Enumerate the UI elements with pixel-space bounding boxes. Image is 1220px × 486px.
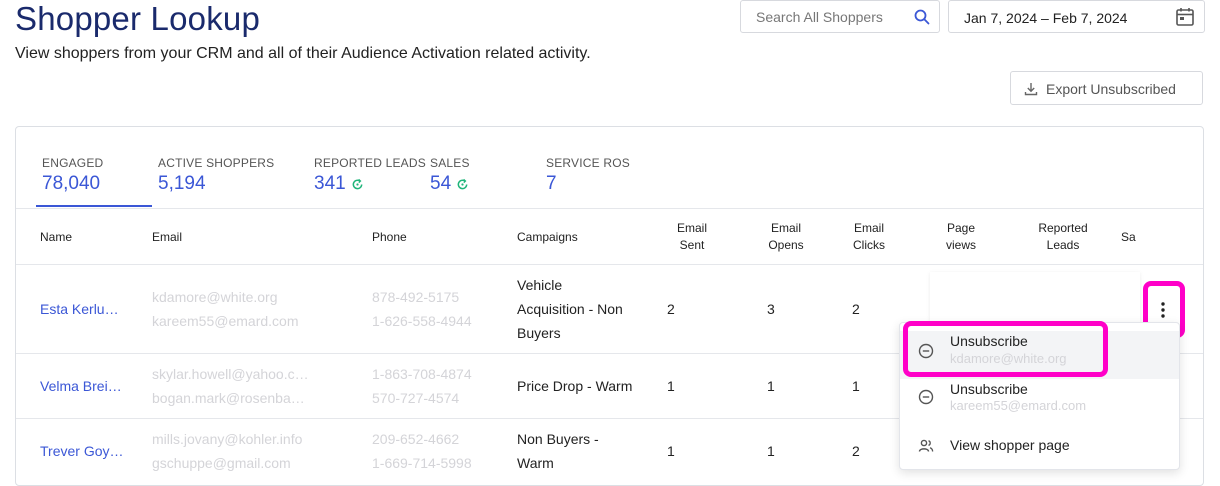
email-primary: mills.jovany@kohler.info [152, 431, 303, 447]
page-subtitle: View shoppers from your CRM and all of t… [15, 45, 591, 62]
stat-label: ENGAGED [42, 156, 104, 170]
row-actions-overlay [930, 272, 1140, 324]
shopper-name-link[interactable]: Esta Kerlu… [40, 297, 119, 321]
menu-item-view-shopper-page[interactable]: View shopper page [900, 427, 1179, 465]
search-input[interactable]: Search All Shoppers [740, 0, 940, 33]
campaign-line: Price Drop - Warm [517, 378, 633, 394]
shopper-name-link[interactable]: Velma Brei… [40, 374, 122, 398]
phone-primary: 878-492-5175 [372, 289, 460, 305]
header-email-sent[interactable]: Email Sent [667, 220, 717, 254]
active-tab-indicator [36, 205, 152, 207]
email-clicks-value: 2 [852, 301, 860, 317]
stat-label: ACTIVE SHOPPERS [158, 156, 275, 170]
download-icon [1024, 83, 1038, 96]
stat-value: 5,194 [158, 173, 206, 194]
campaign-line: Acquisition - Non [517, 301, 623, 317]
tab-active-shoppers[interactable]: ACTIVE SHOPPERS 5,194 [158, 156, 274, 195]
tab-reported-leads[interactable]: REPORTED LEADS 341 [314, 156, 426, 195]
export-unsubscribed-button[interactable]: Export Unsubscribed [1010, 71, 1203, 105]
refresh-icon [457, 178, 468, 189]
divider [16, 264, 1203, 265]
header-page-views[interactable]: Page views [936, 220, 986, 254]
tab-engaged[interactable]: ENGAGED 78,040 [42, 156, 103, 195]
minus-circle-icon [918, 389, 934, 405]
menu-item-title: Unsubscribe [950, 381, 1028, 397]
export-label: Export Unsubscribed [1046, 81, 1176, 97]
phone-primary: 1-863-708-4874 [372, 366, 472, 382]
phone-secondary: 1-669-714-5998 [372, 455, 472, 471]
header-email-opens[interactable]: Email Opens [761, 220, 811, 254]
stat-value: 341 [314, 173, 346, 194]
tab-service-ros[interactable]: SERVICE ROS 7 [546, 156, 630, 195]
stat-label: SERVICE ROS [546, 156, 631, 170]
email-opens-value: 1 [767, 378, 775, 394]
menu-item-title: View shopper page [950, 437, 1070, 453]
tab-sales[interactable]: SALES 54 [430, 156, 470, 195]
page-title: Shopper Lookup [15, 0, 260, 37]
date-range-value: Jan 7, 2024 – Feb 7, 2024 [964, 10, 1128, 26]
date-range-picker[interactable]: Jan 7, 2024 – Feb 7, 2024 [948, 0, 1205, 33]
header-email-clicks[interactable]: Email Clicks [844, 220, 894, 254]
email-opens-value: 1 [767, 443, 775, 459]
refresh-icon [352, 178, 363, 189]
divider [16, 208, 1203, 209]
phone-secondary: 1-626-558-4944 [372, 313, 472, 329]
calendar-icon[interactable] [1174, 6, 1196, 28]
shopper-name-link[interactable]: Trever Goy… [40, 439, 124, 463]
search-icon[interactable] [913, 8, 931, 26]
email-secondary: kareem55@emard.com [152, 313, 299, 329]
stat-value: 78,040 [42, 173, 101, 194]
email-opens-value: 3 [767, 301, 775, 317]
stat-label: REPORTED LEADS [314, 156, 426, 170]
header-email[interactable]: Email [152, 229, 182, 246]
header-phone[interactable]: Phone [372, 229, 407, 246]
highlight-unsubscribe [903, 321, 1108, 377]
email-primary: skylar.howell@yahoo.c… [152, 366, 309, 382]
menu-item-unsubscribe-secondary[interactable]: Unsubscribe kareem55@emard.com [900, 379, 1179, 427]
header-name[interactable]: Name [40, 229, 72, 246]
email-sent-value: 1 [667, 443, 675, 459]
stat-value: 54 [430, 173, 452, 194]
header-reported-leads[interactable]: Reported Leads [1030, 220, 1096, 254]
email-primary: kdamore@white.org [152, 289, 278, 305]
campaign-line: Non Buyers - [517, 431, 599, 447]
campaign-line: Warm [517, 455, 554, 471]
email-secondary: bogan.mark@rosenba… [152, 390, 305, 406]
campaign-line: Buyers [517, 325, 561, 341]
header-campaigns[interactable]: Campaigns [517, 229, 578, 246]
email-clicks-value: 2 [852, 443, 860, 459]
email-sent-value: 2 [667, 301, 675, 317]
campaign-line: Vehicle [517, 277, 563, 293]
email-clicks-value: 1 [852, 378, 860, 394]
stat-value: 7 [546, 173, 557, 194]
people-icon [918, 439, 934, 452]
phone-secondary: 570-727-4574 [372, 390, 460, 406]
phone-primary: 209-652-4662 [372, 431, 460, 447]
stat-label: SALES [430, 156, 470, 170]
menu-item-subtitle: kareem55@emard.com [950, 398, 1087, 413]
search-placeholder: Search All Shoppers [756, 9, 883, 25]
email-secondary: gschuppe@gmail.com [152, 455, 291, 471]
email-sent-value: 1 [667, 378, 675, 394]
header-sales[interactable]: Sa [1121, 229, 1136, 246]
